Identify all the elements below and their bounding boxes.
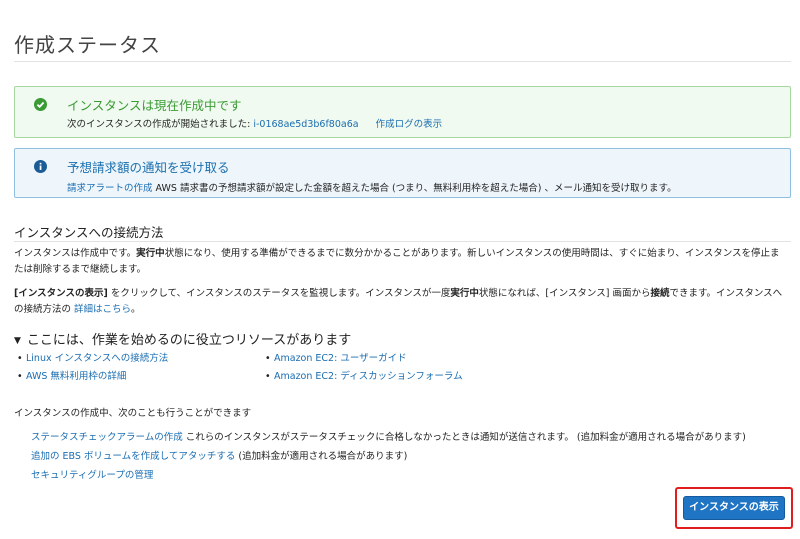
- p1-text-a: インスタンスは作成中です。: [14, 248, 137, 259]
- success-alert-title: インスタンスは現在作成中です: [67, 98, 242, 113]
- create-ebs-volume-link[interactable]: 追加の EBS ボリュームを作成してアタッチする: [31, 451, 235, 462]
- connect-section-title: インスタンスへの接続方法: [14, 225, 164, 240]
- learn-more-link[interactable]: 詳細はこちら: [74, 304, 131, 315]
- view-instances-button[interactable]: インスタンスの表示: [683, 496, 785, 520]
- list-item: • Amazon EC2: ユーザーガイド: [262, 350, 463, 368]
- resources-heading-text: ここには、作業を始めるのに役立つリソースがあります: [26, 333, 352, 348]
- ec2-forum-link[interactable]: Amazon EC2: ディスカッションフォーラム: [274, 371, 463, 382]
- list-item: • Amazon EC2: ディスカッションフォーラム: [262, 368, 463, 386]
- success-alert-text: 次のインスタンスの作成が開始されました:: [67, 119, 254, 130]
- manage-security-groups-link[interactable]: セキュリティグループの管理: [31, 470, 153, 481]
- p2-connect-bold: 接続: [650, 288, 670, 299]
- p2-running-bold: 実行中: [450, 288, 479, 299]
- billing-alert: 予想請求額の通知を受け取る 請求アラートの作成 AWS 請求書の予想請求額が設定…: [14, 148, 791, 198]
- free-tier-link[interactable]: AWS 無料利用枠の詳細: [26, 371, 126, 382]
- list-item: • AWS 無料利用枠の詳細: [14, 368, 168, 386]
- list-item: ステータスチェックアラームの作成 これらのインスタンスがステータスチェックに合格…: [31, 428, 746, 447]
- status-alarm-text: これらのインスタンスがステータスチェックに合格しなかったときは通知が送信されます…: [182, 432, 746, 443]
- page-title: 作成ステータス: [14, 33, 161, 57]
- billing-alert-text: AWS 請求書の予想請求額が設定した金額を超えた場合 (つまり、無料利用枠を超え…: [152, 183, 677, 194]
- p2-text-g: 。: [131, 304, 141, 315]
- title-divider: [14, 61, 791, 62]
- p2-text-b: をクリックして、インスタンスのステータスを監視します。インスタンスが一度: [107, 288, 451, 299]
- section-divider: [14, 241, 791, 242]
- p1-running-bold: 実行中: [136, 248, 165, 259]
- view-launch-log-link[interactable]: 作成ログの表示: [376, 119, 443, 130]
- resources-right-list: • Amazon EC2: ユーザーガイド • Amazon EC2: ディスカッシ…: [262, 350, 463, 386]
- p2-text-d: 状態になれば、[インスタンス] 画面から: [478, 288, 651, 299]
- bullet: •: [265, 353, 271, 364]
- linux-connect-link[interactable]: Linux インスタンスへの接続方法: [26, 353, 168, 364]
- resources-heading[interactable]: ▼ ここには、作業を始めるのに役立つリソースがあります: [14, 329, 351, 348]
- caret-down-icon: ▼: [14, 336, 21, 346]
- p2-view-instances-bold: [インスタンスの表示]: [14, 288, 108, 299]
- resources-left-list: • Linux インスタンスへの接続方法 • AWS 無料利用枠の詳細: [14, 350, 168, 386]
- billing-alert-title: 予想請求額の通知を受け取る: [67, 160, 230, 175]
- ec2-user-guide-link[interactable]: Amazon EC2: ユーザーガイド: [274, 353, 407, 364]
- billing-alert-body: 請求アラートの作成 AWS 請求書の予想請求額が設定した金額を超えた場合 (つま…: [67, 180, 677, 194]
- instance-id-link[interactable]: i-0168ae5d3b6f80a6a: [253, 119, 358, 130]
- list-item: セキュリティグループの管理: [31, 466, 746, 485]
- also-do-label: インスタンスの作成中、次のことも行うことができます: [14, 408, 252, 419]
- launch-status-page: 作成ステータス インスタンスは現在作成中です 次のインスタンスの作成が開始されま…: [0, 0, 800, 539]
- create-status-alarm-link[interactable]: ステータスチェックアラームの作成: [31, 432, 183, 443]
- list-item: • Linux インスタンスへの接続方法: [14, 350, 168, 368]
- ebs-volume-text: (追加料金が適用される場合があります): [235, 451, 408, 462]
- success-alert-body: 次のインスタンスの作成が開始されました: i-0168ae5d3b6f80a6a…: [67, 116, 442, 130]
- also-do-list: ステータスチェックアラームの作成 これらのインスタンスがステータスチェックに合格…: [31, 428, 746, 485]
- bullet: •: [17, 353, 23, 364]
- check-circle-icon: [34, 98, 47, 111]
- list-item: 追加の EBS ボリュームを作成してアタッチする (追加料金が適用される場合があ…: [31, 447, 746, 466]
- success-alert: インスタンスは現在作成中です 次のインスタンスの作成が開始されました: i-01…: [14, 86, 791, 138]
- connect-paragraph-2: [インスタンスの表示] をクリックして、インスタンスのステータスを監視します。イ…: [14, 286, 789, 318]
- bullet: •: [17, 371, 23, 382]
- connect-paragraph-1: インスタンスは作成中です。実行中状態になり、使用する準備ができるまでに数分かかる…: [14, 246, 789, 278]
- bullet: •: [265, 371, 271, 382]
- info-circle-icon: [34, 160, 47, 173]
- create-billing-alert-link[interactable]: 請求アラートの作成: [67, 183, 153, 194]
